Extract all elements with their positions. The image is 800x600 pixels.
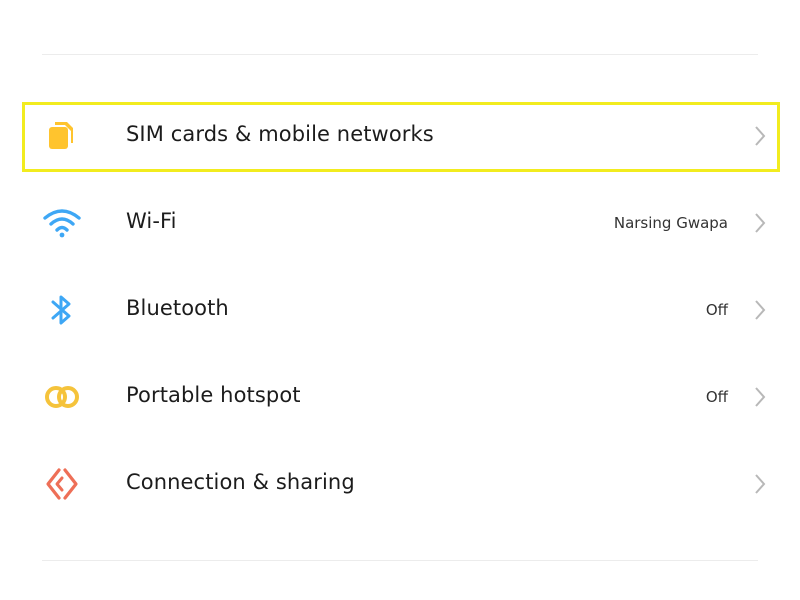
settings-item-sim-cards[interactable]: SIM cards & mobile networks [0,92,800,179]
sim-card-icon [42,119,82,153]
wifi-icon [42,206,82,240]
connection-sharing-label: Connection & sharing [126,470,355,494]
hotspot-icon [42,380,82,414]
wifi-label: Wi-Fi [126,209,177,233]
bluetooth-label: Bluetooth [126,296,229,320]
settings-item-bluetooth[interactable]: Bluetooth Off [0,266,800,353]
bluetooth-status: Off [705,301,728,319]
connection-sharing-icon [42,467,82,501]
top-divider [42,54,758,55]
settings-item-wifi[interactable]: Wi-Fi Narsing Gwapa [0,179,800,266]
chevron-right-icon [755,300,766,320]
bottom-divider [42,560,758,561]
bluetooth-icon [42,293,82,327]
settings-list: SIM cards & mobile networks Wi-Fi Narsin… [0,92,800,527]
chevron-right-icon [755,387,766,407]
sim-cards-label: SIM cards & mobile networks [126,122,434,146]
chevron-right-icon [755,126,766,146]
settings-item-connection-sharing[interactable]: Connection & sharing [0,440,800,527]
settings-page: SIM cards & mobile networks Wi-Fi Narsin… [0,0,800,600]
hotspot-status: Off [705,388,728,406]
settings-item-portable-hotspot[interactable]: Portable hotspot Off [0,353,800,440]
hotspot-label: Portable hotspot [126,383,301,407]
chevron-right-icon [755,213,766,233]
chevron-right-icon [755,474,766,494]
wifi-network-name: Narsing Gwapa [613,214,728,232]
